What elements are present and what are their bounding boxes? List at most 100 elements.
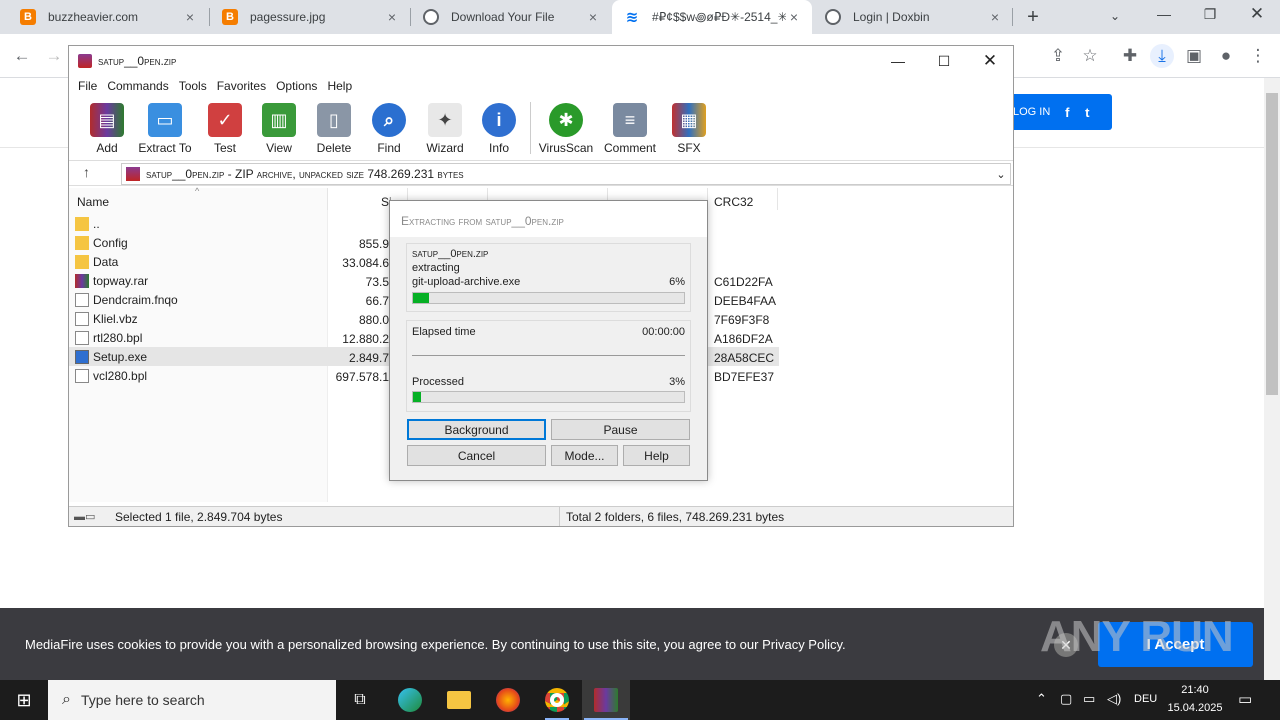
taskbar-search-box[interactable]: ⌕ Type here to search: [48, 680, 336, 720]
view-button[interactable]: ▥ View: [251, 101, 307, 155]
list-item[interactable]: Config: [75, 233, 128, 252]
volume-icon[interactable]: ◁): [1107, 691, 1121, 707]
mediafire-icon: ≋: [624, 9, 640, 26]
file-explorer-icon[interactable]: [435, 680, 483, 720]
new-tab-button[interactable]: +: [1022, 6, 1044, 28]
test-button[interactable]: ✓ Test: [197, 101, 253, 155]
minimize-icon[interactable]: —: [875, 46, 921, 76]
close-tab-icon[interactable]: ×: [786, 9, 802, 25]
bookmark-star-icon[interactable]: ☆: [1078, 44, 1102, 68]
tab-download-your-file[interactable]: Download Your File ×: [411, 0, 611, 34]
tray-device-icon[interactable]: ▢: [1060, 691, 1072, 707]
profile-icon[interactable]: ●: [1214, 44, 1238, 68]
close-tab-icon[interactable]: ×: [585, 9, 601, 25]
menu-favorites[interactable]: Favorites: [216, 79, 267, 93]
search-icon: ⌕: [62, 691, 71, 708]
sfx-button[interactable]: ▦ SFX: [661, 101, 717, 155]
archive-name: satup__0pen.zip: [412, 248, 489, 260]
back-icon[interactable]: ←: [10, 44, 34, 68]
clock-date[interactable]: 15.04.2025: [1162, 702, 1228, 714]
close-window-icon[interactable]: ✕: [1245, 4, 1269, 24]
login-label: LOG IN: [1013, 106, 1051, 118]
up-folder-icon[interactable]: ↑: [83, 164, 90, 180]
virusscan-button[interactable]: ✱ VirusScan: [537, 101, 595, 155]
extract-to-button[interactable]: ▭ Extract To: [137, 101, 193, 155]
menu-commands[interactable]: Commands: [106, 79, 169, 93]
menu-icon[interactable]: ⋮: [1246, 44, 1270, 68]
close-tab-icon[interactable]: ×: [182, 9, 198, 25]
tab-search-icon[interactable]: ⌄: [1110, 9, 1120, 23]
side-panel-icon[interactable]: ▣: [1182, 44, 1206, 68]
magnifier-icon: ⌕: [372, 103, 406, 137]
comment-button[interactable]: ≡ Comment: [601, 101, 659, 155]
close-tab-icon[interactable]: ×: [384, 9, 400, 25]
downloads-icon[interactable]: ⤓: [1150, 44, 1174, 68]
network-icon[interactable]: ▭: [1083, 691, 1095, 707]
login-button[interactable]: LOG IN f t: [1005, 94, 1112, 130]
tab-title: pagessure.jpg: [250, 10, 326, 24]
find-button[interactable]: ⌕ Find: [361, 101, 417, 155]
add-button[interactable]: ▤ Add: [79, 101, 135, 155]
tab-buzzheavier[interactable]: B buzzheavier.com ×: [8, 0, 208, 34]
size-cell: 855.9: [358, 237, 389, 251]
menu-tools[interactable]: Tools: [178, 79, 208, 93]
list-item[interactable]: Kliel.vbz: [75, 309, 138, 328]
menu-options[interactable]: Options: [275, 79, 318, 93]
delete-button[interactable]: ▯ Delete: [306, 101, 362, 155]
language-indicator[interactable]: DEU: [1134, 693, 1157, 705]
list-item-selected[interactable]: Setup.exe: [75, 347, 147, 366]
menu-help[interactable]: Help: [326, 79, 353, 93]
list-item[interactable]: vcl280.bpl: [75, 366, 147, 385]
tab-doxbin[interactable]: Login | Doxbin ×: [813, 0, 1013, 34]
column-crc32[interactable]: CRC32: [714, 191, 753, 213]
list-item[interactable]: rtl280.bpl: [75, 328, 142, 347]
minimize-icon[interactable]: —: [1152, 6, 1176, 22]
list-item[interactable]: topway.rar: [75, 271, 148, 290]
archive-path-field[interactable]: satup__0pen.zip - ZIP archive, unpacked …: [121, 163, 1011, 185]
column-name[interactable]: Name: [77, 191, 109, 213]
help-button[interactable]: Help: [623, 445, 690, 466]
forward-icon[interactable]: →: [42, 44, 66, 68]
list-item[interactable]: ..: [75, 214, 100, 233]
toolbar: ▤ Add ▭ Extract To ✓ Test ▥ View ▯ Delete ⌕ Fi…: [69, 96, 1013, 158]
globe-icon: [825, 9, 841, 25]
cancel-button[interactable]: Cancel: [407, 445, 546, 466]
total-progress-group: Elapsed time 00:00:00 Processed 3%: [406, 320, 691, 412]
maximize-icon[interactable]: ☐: [921, 46, 967, 76]
tab-pagessure[interactable]: B pagessure.jpg ×: [210, 0, 410, 34]
close-icon[interactable]: ✕: [967, 46, 1013, 76]
notification-icon[interactable]: ▭: [1238, 690, 1252, 708]
extensions-icon[interactable]: ✚: [1118, 44, 1142, 68]
list-item[interactable]: Dendcraim.fnqo: [75, 290, 178, 309]
background-button[interactable]: Background: [407, 419, 546, 440]
edge-icon[interactable]: [386, 680, 434, 720]
winrar-app-icon: [78, 54, 92, 68]
action-label: extracting: [412, 262, 460, 274]
list-item[interactable]: Data: [75, 252, 118, 271]
windows-start-icon[interactable]: ⊞: [0, 680, 48, 720]
mode-button[interactable]: Mode...: [551, 445, 618, 466]
task-view-icon[interactable]: ⧉: [336, 680, 384, 720]
info-button[interactable]: i Info: [471, 101, 527, 155]
processed-label: Processed: [412, 376, 464, 388]
chevron-down-icon[interactable]: ⌄: [992, 168, 1010, 181]
facebook-icon[interactable]: f: [1058, 103, 1076, 121]
clock-time[interactable]: 21:40: [1168, 684, 1222, 696]
menu-bar: File Commands Tools Favorites Options He…: [69, 76, 1013, 96]
twitter-icon[interactable]: t: [1078, 103, 1096, 121]
firefox-icon[interactable]: [484, 680, 532, 720]
pause-button[interactable]: Pause: [551, 419, 690, 440]
crc-cell: 7F69F3F8: [714, 313, 770, 327]
blogger-icon: B: [20, 9, 36, 25]
tray-chevron-icon[interactable]: ⌃: [1036, 691, 1047, 707]
menu-file[interactable]: File: [77, 79, 98, 93]
scrollbar-thumb[interactable]: [1266, 93, 1278, 395]
restore-icon[interactable]: ❐: [1198, 6, 1222, 23]
tab-mediafire-active[interactable]: ≋ #₽¢$$w꩜ø₽Ð✳-2514_✳QR ×: [612, 0, 812, 34]
wizard-button[interactable]: ✦ Wizard: [417, 101, 473, 155]
share-icon[interactable]: ⇪: [1046, 44, 1070, 68]
close-tab-icon[interactable]: ×: [987, 9, 1003, 25]
chrome-icon[interactable]: [533, 680, 581, 720]
size-cell: 66.7: [365, 294, 389, 308]
winrar-taskbar-icon[interactable]: [582, 680, 630, 720]
